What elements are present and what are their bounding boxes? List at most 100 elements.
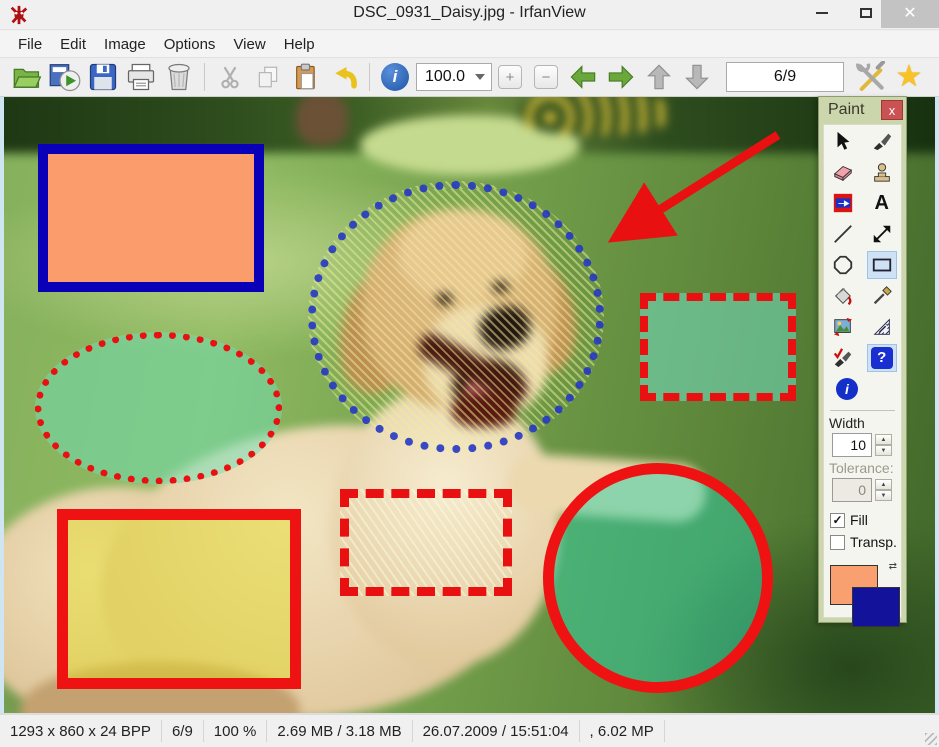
palette-close-button[interactable]: x <box>881 100 903 120</box>
clone-stamp-tool-button[interactable] <box>867 158 897 186</box>
copy-button[interactable] <box>249 60 287 94</box>
properties-button[interactable] <box>852 60 890 94</box>
slideshow-icon <box>49 62 81 92</box>
window-border-right <box>935 97 939 713</box>
open-button[interactable] <box>8 60 46 94</box>
palette-body: A <box>823 124 902 618</box>
text-tool-icon: A <box>875 193 889 213</box>
swap-colors-icon[interactable]: ⇄ <box>889 561 897 572</box>
fill-bucket-icon <box>832 285 854 307</box>
paste-button[interactable] <box>287 60 325 94</box>
zoom-combobox[interactable]: 100.0 <box>416 63 492 91</box>
width-input[interactable]: 10 <box>832 433 872 457</box>
arrow-tool-button[interactable] <box>867 220 897 248</box>
fill-label: Fill <box>850 512 868 528</box>
trash-icon <box>164 62 194 92</box>
slideshow-button[interactable] <box>46 60 84 94</box>
status-zoom: 100 % <box>204 720 268 742</box>
window-title: DSC_0931_Daisy.jpg - IrfanView <box>0 4 939 22</box>
palette-header[interactable]: Paint x <box>819 97 906 123</box>
ellipse-icon <box>832 254 854 276</box>
eyedropper-icon <box>871 285 893 307</box>
minimize-button[interactable] <box>801 0 843 26</box>
rectangle-icon <box>871 254 893 276</box>
printer-icon <box>125 62 157 92</box>
menu-options[interactable]: Options <box>156 33 224 56</box>
painted-circle-hatched <box>308 181 604 453</box>
eraser-icon <box>832 161 854 183</box>
line-icon <box>832 223 854 245</box>
pointer-tool-button[interactable] <box>828 127 858 155</box>
width-spinner: ▲ ▼ <box>875 434 892 456</box>
width-label: Width <box>824 413 901 432</box>
zoom-in-button[interactable]: + <box>498 65 522 89</box>
status-image-dimensions: 1293 x 860 x 24 BPP <box>0 720 162 742</box>
chevron-down-icon <box>475 74 485 80</box>
palette-info-button[interactable]: i <box>832 375 862 403</box>
tolerance-input: 0 <box>832 478 872 502</box>
measure-tool-button[interactable] <box>867 313 897 341</box>
paintbrush-icon <box>871 130 893 152</box>
spin-up-icon[interactable]: ▲ <box>875 434 892 445</box>
minimize-icon <box>816 12 828 14</box>
image-canvas[interactable] <box>0 97 939 713</box>
line-tool-button[interactable] <box>828 220 858 248</box>
menu-image[interactable]: Image <box>96 33 154 56</box>
painted-rectangle-salmon <box>38 144 264 292</box>
background-color-swatch[interactable] <box>852 587 900 627</box>
undo-button[interactable] <box>325 60 363 94</box>
open-folder-icon <box>11 63 43 91</box>
tools-icon <box>855 61 887 93</box>
status-file-size: 2.69 MB / 3.18 MB <box>267 720 412 742</box>
painted-arrow <box>595 117 795 267</box>
zoom-value: 100.0 <box>417 68 475 86</box>
menu-edit[interactable]: Edit <box>52 33 94 56</box>
title-bar[interactable]: DSC_0931_Daisy.jpg - IrfanView ✕ <box>0 0 939 30</box>
info-button[interactable]: i <box>376 60 414 94</box>
palette-title: Paint <box>819 101 881 119</box>
page-index-field[interactable]: 6/9 <box>726 62 844 92</box>
paste-icon <box>292 62 320 92</box>
menu-view[interactable]: View <box>225 33 273 56</box>
toolbar-separator <box>204 63 205 91</box>
arrow-up-icon <box>645 63 673 91</box>
painted-circle-teal <box>543 463 773 693</box>
brush-cleaner-tool-button[interactable] <box>828 344 858 372</box>
delete-button[interactable] <box>160 60 198 94</box>
first-file-button[interactable] <box>640 60 678 94</box>
close-button[interactable]: ✕ <box>881 0 939 28</box>
ellipse-tool-button[interactable] <box>828 251 858 279</box>
color-swatches: ⇄ <box>824 561 901 631</box>
effects-image-icon <box>832 316 854 338</box>
pointer-icon <box>832 130 854 152</box>
zoom-out-button[interactable]: − <box>534 65 558 89</box>
menu-file[interactable]: File <box>10 33 50 56</box>
color-picker-tool-button[interactable] <box>867 282 897 310</box>
help-tool-button[interactable]: ? <box>867 344 897 372</box>
menu-help[interactable]: Help <box>276 33 323 56</box>
plus-icon: + <box>506 69 515 86</box>
status-file-date: 26.07.2009 / 15:51:04 <box>413 720 580 742</box>
transp-check-row: Transp. <box>824 531 901 553</box>
text-tool-button[interactable]: A <box>867 189 897 217</box>
menu-bar: File Edit Image Options View Help <box>0 31 939 58</box>
transp-checkbox[interactable] <box>830 535 845 550</box>
eraser-tool-button[interactable] <box>828 158 858 186</box>
paintbrush-tool-button[interactable] <box>867 127 897 155</box>
print-button[interactable] <box>122 60 160 94</box>
painted-rectangle-dashdot-teal <box>640 293 796 401</box>
fill-tool-button[interactable] <box>828 282 858 310</box>
previous-file-button[interactable] <box>564 60 602 94</box>
fill-checkbox[interactable]: ✓ <box>830 513 845 528</box>
save-button[interactable] <box>84 60 122 94</box>
cut-button[interactable] <box>211 60 249 94</box>
resize-grip[interactable] <box>925 733 937 745</box>
favorites-button[interactable]: ★ <box>890 60 928 94</box>
effects-tool-button[interactable] <box>828 313 858 341</box>
next-file-button[interactable] <box>602 60 640 94</box>
rectangle-tool-button[interactable] <box>867 251 897 279</box>
last-file-button[interactable] <box>678 60 716 94</box>
scissors-icon <box>217 64 243 90</box>
special-selection-tool-button[interactable] <box>828 189 858 217</box>
spin-down-icon[interactable]: ▼ <box>875 445 892 456</box>
